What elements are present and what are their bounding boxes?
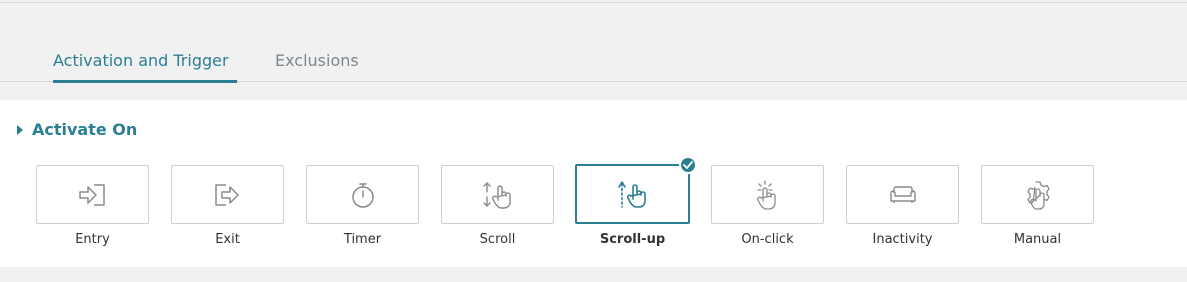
option-card[interactable] <box>981 165 1094 224</box>
activate-on-toggle[interactable]: Activate On <box>17 120 137 139</box>
on-click-icon <box>756 179 776 210</box>
option-card[interactable] <box>846 165 959 224</box>
option-label: Entry <box>75 232 110 247</box>
section-title: Activate On <box>32 120 138 139</box>
option-label: Scroll <box>479 232 516 247</box>
option-label: Scroll-up <box>599 232 666 247</box>
option-card[interactable] <box>36 165 149 224</box>
option-scroll-up[interactable]: Scroll-up <box>575 156 697 247</box>
option-card[interactable] <box>441 165 554 224</box>
option-manual[interactable]: Manual <box>981 165 1094 247</box>
option-entry[interactable]: Entry <box>36 165 149 247</box>
option-label: Exit <box>215 232 240 247</box>
tab-label: Exclusions <box>275 51 359 70</box>
scroll-up-icon <box>617 181 646 208</box>
option-on-click[interactable]: On-click <box>711 165 824 247</box>
option-card[interactable] <box>171 165 284 224</box>
tab-exclusions[interactable]: Exclusions <box>275 50 359 72</box>
option-exit[interactable]: Exit <box>171 165 284 247</box>
option-card[interactable] <box>711 165 824 224</box>
timer-icon <box>351 182 374 208</box>
option-inactivity[interactable]: Inactivity <box>846 165 959 247</box>
selected-check-icon <box>679 156 697 174</box>
sofa-icon <box>889 185 916 203</box>
option-card[interactable] <box>306 165 419 224</box>
tab-label: Activation and Trigger <box>53 51 229 70</box>
scroll-icon <box>482 181 511 209</box>
active-tab-underline <box>53 80 237 83</box>
exit-icon <box>214 183 239 206</box>
option-scroll[interactable]: Scroll <box>441 165 554 247</box>
option-card[interactable] <box>575 156 697 224</box>
option-label: Timer <box>343 232 382 247</box>
activation-panel: Activate On Entry Exit Timer Scroll Scro… <box>0 100 1187 267</box>
manual-gear-icon <box>1026 180 1050 210</box>
option-timer[interactable]: Timer <box>306 165 419 247</box>
caret-right-icon <box>17 124 23 135</box>
option-label: On-click <box>741 232 794 247</box>
option-label: Manual <box>1013 232 1062 247</box>
option-label: Inactivity <box>872 232 933 247</box>
entry-icon <box>78 183 105 206</box>
tab-activation-and-trigger[interactable]: Activation and Trigger <box>53 50 237 83</box>
tab-bar: Activation and Trigger Exclusions <box>0 0 1187 83</box>
